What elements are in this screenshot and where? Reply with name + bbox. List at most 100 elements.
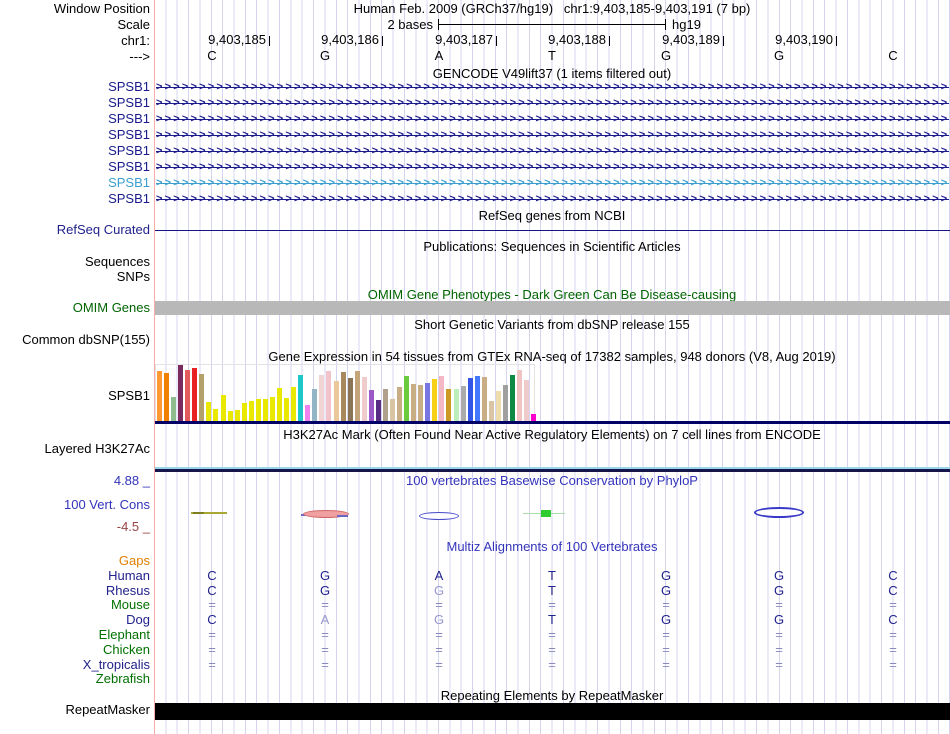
- transcript-arrow-row[interactable]: >>>>>>>>>>>>>>>>>>>>>>>>>>>>>>>>>>>>>>>>…: [156, 194, 949, 205]
- gtex-bar[interactable]: [467, 378, 473, 421]
- species-label: Dog: [126, 612, 150, 627]
- transcript-arrow-row[interactable]: >>>>>>>>>>>>>>>>>>>>>>>>>>>>>>>>>>>>>>>>…: [156, 130, 949, 141]
- gtex-bar[interactable]: [262, 399, 268, 421]
- gtex-bar[interactable]: [418, 385, 424, 421]
- gtex-bar[interactable]: [347, 378, 353, 421]
- refseq-curated-gene-line[interactable]: [155, 230, 950, 231]
- gtex-bar[interactable]: [312, 389, 318, 421]
- gtex-bar[interactable]: [460, 386, 466, 421]
- ruler-coordinate: 9,403,187: [435, 32, 493, 47]
- gtex-bar[interactable]: [446, 389, 452, 421]
- transcript-arrow-row[interactable]: >>>>>>>>>>>>>>>>>>>>>>>>>>>>>>>>>>>>>>>>…: [156, 146, 949, 157]
- gtex-bar[interactable]: [481, 377, 487, 421]
- gtex-bar[interactable]: [531, 414, 537, 421]
- transcript-label[interactable]: SPSB1: [0, 112, 150, 126]
- gtex-bar[interactable]: [453, 389, 459, 421]
- transcript-arrow-row[interactable]: >>>>>>>>>>>>>>>>>>>>>>>>>>>>>>>>>>>>>>>>…: [156, 178, 949, 189]
- ruler-tick: [836, 36, 837, 46]
- transcript-strand-arrows: >>>>>>>>>>>>>>>>>>>>>>>>>>>>>>>>>>>>>>>>…: [156, 146, 949, 157]
- gtex-gene-label[interactable]: SPSB1: [0, 389, 150, 403]
- transcript-label[interactable]: SPSB1: [0, 96, 150, 110]
- gtex-bar[interactable]: [305, 405, 311, 421]
- ruler-tick: [496, 36, 497, 46]
- h3k27ac-signal-dark[interactable]: [155, 469, 950, 472]
- gtex-bar[interactable]: [298, 375, 304, 421]
- transcript-label[interactable]: SPSB1: [0, 192, 150, 206]
- transcript-label[interactable]: SPSB1: [0, 160, 150, 174]
- gtex-bar[interactable]: [375, 400, 381, 421]
- layered-h3k27ac-label[interactable]: Layered H3K27Ac: [0, 442, 150, 456]
- gtex-bar[interactable]: [171, 397, 177, 421]
- common-dbsnp-label[interactable]: Common dbSNP(155): [0, 333, 150, 347]
- gtex-bar[interactable]: [502, 385, 508, 421]
- species-label: Gaps: [118, 553, 150, 568]
- omim-gene-bar[interactable]: [155, 301, 950, 315]
- gtex-bar[interactable]: [517, 370, 523, 421]
- transcript-strand-arrows: >>>>>>>>>>>>>>>>>>>>>>>>>>>>>>>>>>>>>>>>…: [156, 98, 949, 109]
- gtex-bar[interactable]: [192, 368, 198, 421]
- gtex-bar[interactable]: [319, 375, 325, 421]
- position-title: chr1:9,403,185-9,403,191 (7 bp): [563, 1, 751, 16]
- publications-snps-label[interactable]: SNPs: [0, 270, 150, 284]
- gtex-bar[interactable]: [269, 397, 275, 421]
- gtex-bar[interactable]: [241, 403, 247, 421]
- gtex-bar[interactable]: [495, 391, 501, 421]
- gtex-bar[interactable]: [488, 401, 494, 421]
- omim-genes-label[interactable]: OMIM Genes: [0, 301, 150, 315]
- gtex-bar[interactable]: [382, 389, 388, 421]
- gtex-bar[interactable]: [361, 377, 367, 421]
- assembly-title: Human Feb. 2009 (GRCh37/hg19): [353, 1, 554, 16]
- gtex-bar[interactable]: [368, 390, 374, 421]
- conservation-mark: [541, 510, 551, 517]
- gtex-bar[interactable]: [326, 371, 332, 421]
- refseq-curated-label[interactable]: RefSeq Curated: [0, 223, 150, 237]
- gtex-bar[interactable]: [333, 381, 339, 421]
- gtex-bar[interactable]: [389, 399, 395, 421]
- transcript-arrow-row[interactable]: >>>>>>>>>>>>>>>>>>>>>>>>>>>>>>>>>>>>>>>>…: [156, 162, 949, 173]
- alignment-base: =: [775, 627, 783, 642]
- gtex-bar[interactable]: [220, 395, 226, 421]
- vert-cons-label[interactable]: 100 Vert. Cons: [0, 498, 150, 512]
- gtex-bar[interactable]: [524, 380, 530, 421]
- gtex-bar[interactable]: [432, 379, 438, 421]
- gtex-bar[interactable]: [248, 401, 254, 421]
- gtex-bar[interactable]: [157, 371, 162, 421]
- gtex-bar[interactable]: [178, 365, 184, 421]
- transcript-arrow-row[interactable]: >>>>>>>>>>>>>>>>>>>>>>>>>>>>>>>>>>>>>>>>…: [156, 114, 949, 125]
- gtex-bar[interactable]: [234, 410, 240, 421]
- gtex-bar[interactable]: [411, 384, 417, 421]
- gtex-bar[interactable]: [213, 409, 219, 421]
- gtex-bar[interactable]: [439, 376, 445, 421]
- gtex-bar[interactable]: [474, 376, 480, 421]
- gtex-bar[interactable]: [425, 383, 431, 421]
- gtex-bar[interactable]: [199, 374, 205, 421]
- gtex-bar[interactable]: [291, 387, 297, 421]
- gtex-bar[interactable]: [206, 402, 212, 421]
- transcript-label[interactable]: SPSB1: [0, 176, 150, 190]
- gtex-bar[interactable]: [164, 373, 170, 421]
- gtex-bar[interactable]: [404, 376, 410, 421]
- gtex-bar[interactable]: [354, 371, 360, 421]
- transcript-label[interactable]: SPSB1: [0, 128, 150, 142]
- transcript-arrow-row[interactable]: >>>>>>>>>>>>>>>>>>>>>>>>>>>>>>>>>>>>>>>>…: [156, 82, 949, 93]
- transcript-label[interactable]: SPSB1: [0, 80, 150, 94]
- gtex-bar[interactable]: [284, 398, 290, 421]
- omim-track-title: OMIM Gene Phenotypes - Dark Green Can Be…: [367, 287, 737, 302]
- phylop-axis-max: 4.88 _: [113, 473, 150, 488]
- transcript-label[interactable]: SPSB1: [0, 144, 150, 158]
- transcript-arrow-row[interactable]: >>>>>>>>>>>>>>>>>>>>>>>>>>>>>>>>>>>>>>>>…: [156, 98, 949, 109]
- assembly-position-title: Human Feb. 2009 (GRCh37/hg19) chr1:9,403…: [155, 2, 949, 16]
- gtex-bar[interactable]: [185, 370, 191, 421]
- ruler-coordinate: 9,403,188: [548, 32, 606, 47]
- gtex-bar[interactable]: [227, 411, 233, 421]
- gtex-bar[interactable]: [277, 388, 283, 421]
- conservation-mark: [754, 507, 804, 518]
- repeatmasker-label[interactable]: RepeatMasker: [0, 703, 150, 717]
- alignment-base: G: [660, 583, 672, 598]
- publications-sequences-label[interactable]: Sequences: [0, 255, 150, 269]
- gtex-bar[interactable]: [340, 372, 346, 421]
- gtex-bar[interactable]: [510, 375, 515, 421]
- gtex-bar[interactable]: [255, 399, 261, 421]
- repeatmasker-element-bar[interactable]: [155, 703, 950, 720]
- gtex-bar[interactable]: [397, 387, 403, 421]
